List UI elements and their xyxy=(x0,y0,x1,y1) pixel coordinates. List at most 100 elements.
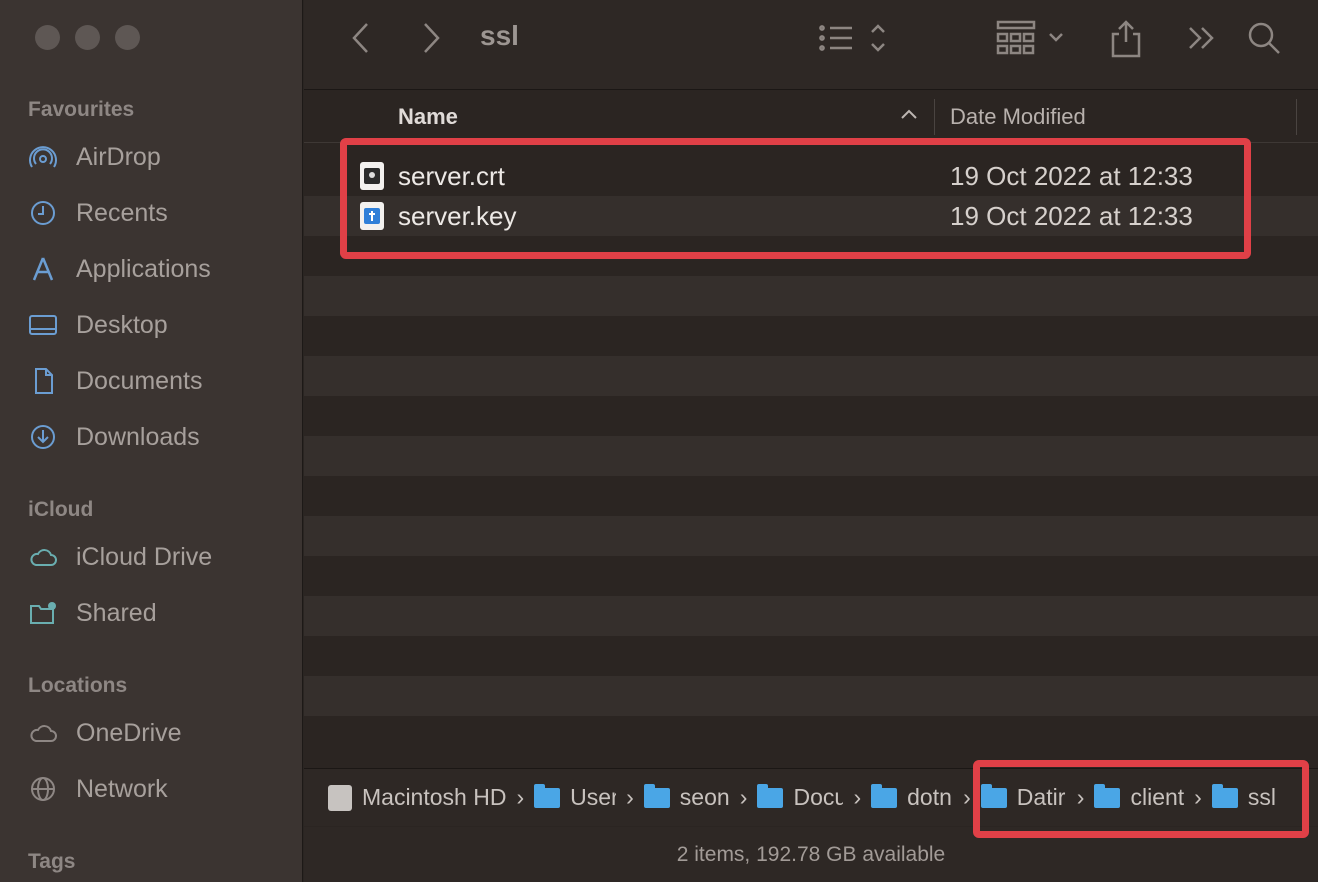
chevron-right-icon xyxy=(424,23,440,53)
share-button[interactable] xyxy=(1108,18,1144,58)
section-locations: Locations xyxy=(28,674,128,697)
certificate-file-icon xyxy=(360,162,384,190)
sidebar-item-airdrop[interactable]: AirDrop xyxy=(28,137,161,177)
folder-icon xyxy=(1094,783,1121,808)
sidebar-item-icloud-drive[interactable]: iCloud Drive xyxy=(28,537,212,577)
empty-row xyxy=(304,556,1318,596)
shared-folder-icon xyxy=(28,597,66,629)
search-icon xyxy=(1248,22,1280,54)
window-title: ssl xyxy=(480,20,519,51)
empty-row xyxy=(304,636,1318,676)
sidebar-item-onedrive[interactable]: OneDrive xyxy=(28,713,182,753)
sidebar-item-applications[interactable]: Applications xyxy=(28,249,211,289)
sidebar-item-downloads[interactable]: Downloads xyxy=(28,417,200,457)
sidebar-item-recents[interactable]: Recents xyxy=(28,193,168,233)
chevron-right-icon: › xyxy=(1194,784,1202,810)
file-name: server.key xyxy=(398,201,517,231)
path-label: dotn xyxy=(907,784,952,810)
chevron-right-icon: › xyxy=(853,784,862,810)
path-label: client xyxy=(1130,784,1185,810)
column-divider[interactable] xyxy=(934,99,935,135)
sidebar-item-label: iCloud Drive xyxy=(76,542,213,571)
path-item-macintosh-hd[interactable]: Macintosh HD xyxy=(328,784,506,811)
file-date: 19 Oct 2022 at 12:33 xyxy=(950,161,1193,191)
grid-icon xyxy=(996,20,1063,55)
close-button[interactable] xyxy=(35,25,60,50)
sidebar-item-desktop[interactable]: Desktop xyxy=(28,305,168,345)
path-item-client[interactable]: client xyxy=(1094,783,1185,811)
empty-row xyxy=(304,676,1318,716)
file-name: server.crt xyxy=(398,161,505,191)
chevron-left-icon xyxy=(352,23,368,53)
column-header: Name Date Modified xyxy=(304,91,1318,143)
chevron-up-icon xyxy=(901,109,917,119)
path-item-documents[interactable]: Docu xyxy=(757,783,844,811)
path-item-seon[interactable]: seon xyxy=(643,783,730,811)
empty-row xyxy=(304,276,1318,316)
empty-row xyxy=(304,316,1318,356)
globe-icon xyxy=(28,773,66,805)
folder-icon xyxy=(980,783,1007,808)
path-label: Docu xyxy=(793,784,844,810)
empty-row xyxy=(304,436,1318,476)
path-item-users[interactable]: User xyxy=(534,783,617,811)
sidebar-item-label: Documents xyxy=(76,366,203,395)
file-row[interactable]: server.key 19 Oct 2022 at 12:33 xyxy=(304,196,1318,236)
sidebar-item-label: Shared xyxy=(76,598,157,627)
back-button[interactable] xyxy=(344,18,376,58)
window-controls xyxy=(35,25,140,50)
file-list: server.crt 19 Oct 2022 at 12:33 server.k… xyxy=(304,156,1318,756)
sidebar-item-label: AirDrop xyxy=(76,142,161,171)
sidebar-item-label: Recents xyxy=(76,198,168,227)
empty-row xyxy=(304,516,1318,556)
search-button[interactable] xyxy=(1244,18,1284,58)
path-label: User xyxy=(570,784,617,810)
column-divider[interactable] xyxy=(1296,99,1297,135)
chevron-right-icon: › xyxy=(739,784,748,810)
path-item-dotn[interactable]: dotn xyxy=(871,783,953,811)
document-icon xyxy=(28,365,66,397)
zoom-button[interactable] xyxy=(115,25,140,50)
chevron-right-icon: › xyxy=(1076,784,1085,810)
sidebar-item-network[interactable]: Network xyxy=(28,769,168,809)
view-options-button[interactable] xyxy=(816,18,896,58)
empty-row xyxy=(304,356,1318,396)
path-label: seon xyxy=(679,784,730,810)
more-button[interactable] xyxy=(1184,18,1220,58)
double-chevron-icon xyxy=(1189,27,1214,49)
file-row[interactable]: server.crt 19 Oct 2022 at 12:33 xyxy=(304,156,1318,196)
clock-icon xyxy=(28,197,66,229)
folder-icon xyxy=(757,783,784,808)
sidebar-item-label: Downloads xyxy=(76,422,200,451)
empty-row xyxy=(304,716,1318,756)
section-favourites: Favourites xyxy=(28,98,135,121)
path-label: ssl xyxy=(1247,784,1276,810)
cloud-icon xyxy=(28,541,66,573)
sidebar: Favourites AirDrop Recents Applications … xyxy=(0,0,303,882)
main-area: ssl Name Date Modified server.crt 19 Oct… xyxy=(304,0,1318,882)
chevron-right-icon: › xyxy=(516,784,525,810)
column-date-modified[interactable]: Date Modified xyxy=(950,104,1086,130)
forward-button[interactable] xyxy=(416,18,448,58)
list-view-icon xyxy=(819,24,885,52)
empty-row xyxy=(304,396,1318,436)
folder-icon xyxy=(1211,783,1238,808)
group-button[interactable] xyxy=(994,18,1074,58)
column-name[interactable]: Name xyxy=(398,104,458,130)
sidebar-item-shared[interactable]: Shared xyxy=(28,593,157,633)
folder-icon xyxy=(534,783,561,808)
path-label: Macintosh HD xyxy=(362,784,507,810)
minimize-button[interactable] xyxy=(75,25,100,50)
path-item-datir[interactable]: Datir xyxy=(980,783,1067,811)
applications-icon xyxy=(28,253,66,285)
empty-row xyxy=(304,476,1318,516)
cloud-icon xyxy=(28,717,66,749)
sidebar-item-documents[interactable]: Documents xyxy=(28,361,202,401)
sidebar-item-label: Desktop xyxy=(76,310,168,339)
section-icloud: iCloud xyxy=(28,498,94,521)
airdrop-icon xyxy=(28,141,66,173)
sidebar-item-label: OneDrive xyxy=(76,718,182,747)
toolbar: ssl xyxy=(304,0,1318,90)
path-item-ssl[interactable]: ssl xyxy=(1211,783,1276,811)
empty-row xyxy=(304,236,1318,276)
